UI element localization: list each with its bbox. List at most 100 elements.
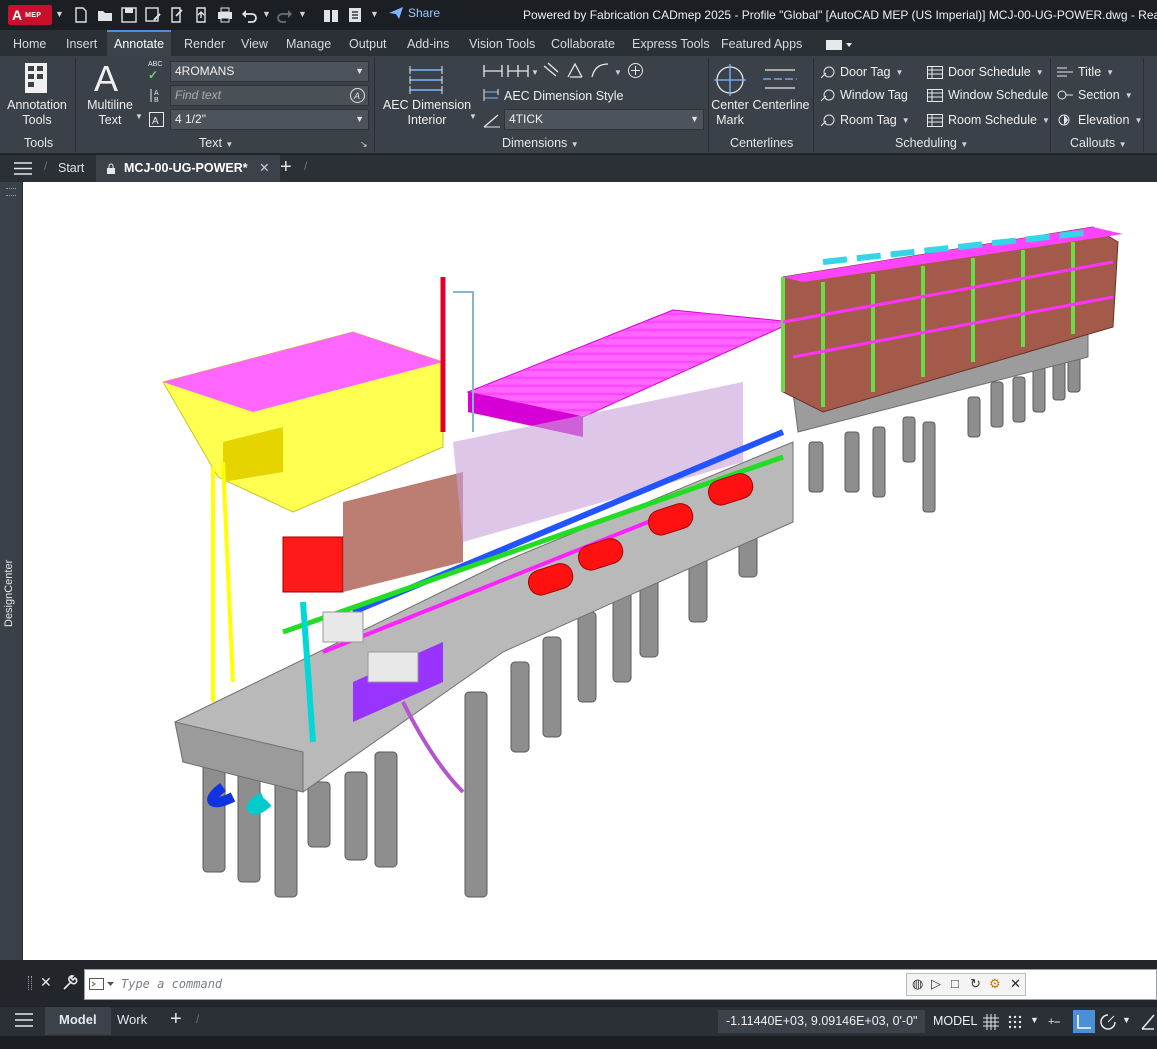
spell-check-icon[interactable]: ABC ✓ bbox=[148, 61, 162, 82]
undo-caret-icon[interactable]: ▼ bbox=[262, 9, 271, 19]
multiline-caret-icon[interactable]: ▼ bbox=[135, 112, 143, 121]
tab-collaborate[interactable]: Collaborate bbox=[544, 30, 622, 56]
properties-icon[interactable] bbox=[346, 6, 364, 24]
app-menu-caret-icon[interactable]: ▼ bbox=[55, 9, 64, 19]
polar-caret-icon[interactable]: ▼ bbox=[1122, 1015, 1131, 1025]
aec-dimension-style-button[interactable]: AEC Dimension Style bbox=[483, 88, 624, 103]
customize-wrench-icon[interactable] bbox=[62, 975, 78, 991]
tab-manage[interactable]: Manage bbox=[279, 30, 338, 56]
work-tab[interactable]: Work bbox=[117, 1007, 147, 1035]
door-schedule-button[interactable]: Door Schedule ▼ bbox=[927, 65, 1044, 79]
panel-title-scheduling[interactable]: Scheduling ▼ bbox=[895, 136, 968, 150]
snap-mode-icon[interactable] bbox=[1007, 1014, 1023, 1030]
model-tab[interactable]: Model bbox=[45, 1007, 111, 1035]
panel-title-callouts[interactable]: Callouts ▼ bbox=[1070, 136, 1127, 150]
qat-customize-caret-icon[interactable]: ▼ bbox=[370, 9, 379, 19]
redo-caret-icon[interactable]: ▼ bbox=[298, 9, 307, 19]
add-layout-plus-icon[interactable]: + bbox=[170, 1008, 182, 1031]
room-tag-button[interactable]: Room Tag ▼ bbox=[820, 113, 910, 127]
section-callout-button[interactable]: Section ▼ bbox=[1057, 88, 1133, 102]
start-tab[interactable]: Start bbox=[58, 155, 84, 182]
tab-featured-apps[interactable]: Featured Apps bbox=[714, 30, 809, 56]
tab-home[interactable]: Home bbox=[6, 30, 53, 56]
angular-dimension-icon[interactable] bbox=[566, 62, 584, 78]
infer-constraints-icon[interactable]: +⎯ bbox=[1048, 1014, 1068, 1030]
drawing-viewport[interactable] bbox=[23, 182, 1157, 960]
linear-dimension-icon[interactable] bbox=[483, 64, 503, 78]
design-center-palette[interactable]: DesignCenter bbox=[0, 182, 23, 965]
save-icon[interactable] bbox=[120, 6, 138, 24]
ortho-mode-icon[interactable] bbox=[1073, 1010, 1095, 1033]
snap-caret-icon[interactable]: ▼ bbox=[1030, 1015, 1039, 1025]
coordinate-readout[interactable]: -1.11440E+03, 9.09146E+03, 0'-0" bbox=[718, 1010, 926, 1033]
close-command-icon[interactable]: ✕ bbox=[40, 974, 52, 991]
text-style-dropdown[interactable]: 4ROMANS ▼ bbox=[170, 61, 369, 82]
find-search-icon[interactable]: A bbox=[349, 87, 366, 104]
drawing-tab-active[interactable]: MCJ-00-UG-POWER* ✕ bbox=[96, 155, 280, 182]
command-input-placeholder[interactable]: Type a command bbox=[121, 977, 222, 991]
save-as-icon[interactable] bbox=[144, 6, 162, 24]
dimension-style-dropdown[interactable]: 4TICK ▼ bbox=[504, 109, 704, 130]
panel-title-text[interactable]: Text ▼ bbox=[199, 136, 233, 150]
dialog-launcher-icon[interactable]: ↘ bbox=[360, 139, 368, 150]
elevation-callout-button[interactable]: Elevation ▼ bbox=[1057, 113, 1142, 127]
refresh-icon[interactable]: ↻ bbox=[970, 976, 981, 992]
dimension-caret-icon[interactable]: ▼ bbox=[531, 68, 539, 77]
aligned-dimension-icon[interactable] bbox=[542, 62, 560, 78]
new-file-icon[interactable] bbox=[72, 6, 90, 24]
play-icon[interactable]: ▷ bbox=[931, 976, 941, 992]
polar-tracking-icon[interactable] bbox=[1099, 1013, 1117, 1031]
isodraft-icon[interactable] bbox=[1140, 1013, 1156, 1031]
palette-grip-icon[interactable] bbox=[6, 188, 16, 196]
tab-add-ins[interactable]: Add-ins bbox=[400, 30, 456, 56]
undo-icon[interactable] bbox=[240, 6, 258, 24]
add-dimension-icon[interactable] bbox=[627, 62, 644, 79]
model-3d-view[interactable] bbox=[23, 182, 1157, 960]
panel-title-dimensions[interactable]: Dimensions ▼ bbox=[502, 136, 579, 150]
tab-vision-tools[interactable]: Vision Tools bbox=[462, 30, 542, 56]
model-space-button[interactable]: MODEL bbox=[929, 1010, 981, 1033]
arc-dimension-icon[interactable] bbox=[590, 62, 610, 78]
grid-icon[interactable] bbox=[983, 1014, 999, 1030]
plot-icon[interactable] bbox=[216, 6, 234, 24]
text-height-dropdown[interactable]: 4 1/2" ▼ bbox=[170, 109, 369, 130]
search-settings-icon[interactable]: ⚙ bbox=[989, 976, 1001, 992]
workspace-icon[interactable] bbox=[322, 6, 340, 24]
export-icon[interactable] bbox=[192, 6, 210, 24]
door-tag-button[interactable]: Door Tag ▼ bbox=[820, 65, 903, 79]
tab-insert[interactable]: Insert bbox=[59, 30, 104, 56]
hamburger-menu-icon[interactable] bbox=[14, 162, 32, 175]
tab-view[interactable]: View bbox=[234, 30, 275, 56]
room-schedule-button[interactable]: Room Schedule ▼ bbox=[927, 113, 1050, 127]
aec-dimension-caret-icon[interactable]: ▼ bbox=[469, 112, 477, 121]
open-folder-icon[interactable] bbox=[96, 6, 114, 24]
web-mobile-icon[interactable] bbox=[168, 6, 186, 24]
text-style-icon[interactable]: AB bbox=[150, 88, 163, 103]
text-height-icon[interactable]: A bbox=[149, 112, 164, 127]
command-history-icon[interactable] bbox=[89, 978, 115, 990]
tab-render[interactable]: Render bbox=[177, 30, 232, 56]
close-tools-icon[interactable]: ✕ bbox=[1010, 976, 1021, 992]
app-menu-button[interactable]: A MEP bbox=[8, 5, 52, 25]
stop-icon[interactable]: □ bbox=[951, 976, 959, 991]
tab-output[interactable]: Output bbox=[342, 30, 394, 56]
window-tag-button[interactable]: Window Tag bbox=[820, 88, 908, 102]
redo-icon[interactable] bbox=[276, 6, 294, 24]
close-tab-icon[interactable]: ✕ bbox=[259, 161, 269, 175]
title-callout-button[interactable]: Title ▼ bbox=[1057, 65, 1114, 79]
tab-express-tools[interactable]: Express Tools bbox=[625, 30, 717, 56]
continue-dimension-icon[interactable] bbox=[507, 64, 529, 78]
window-schedule-button[interactable]: Window Schedule bbox=[927, 88, 1048, 102]
cyan-pipe bbox=[246, 792, 272, 815]
share-button[interactable]: Share bbox=[388, 6, 440, 20]
new-tab-plus-icon[interactable]: + bbox=[280, 156, 292, 179]
command-line[interactable]: Type a command ◍ ▷ □ ↻ ⚙ ✕ bbox=[84, 969, 1157, 1000]
tab-annotate[interactable]: Annotate bbox=[107, 30, 172, 56]
ribbon-minimize-icon[interactable] bbox=[826, 40, 852, 50]
find-text-input[interactable]: Find text A bbox=[170, 85, 369, 106]
layout-menu-icon[interactable] bbox=[15, 1013, 33, 1027]
record-action-icon[interactable]: ◍ bbox=[912, 976, 923, 992]
arc-dimension-caret-icon[interactable]: ▼ bbox=[614, 68, 622, 77]
paper-plane-icon bbox=[389, 7, 403, 19]
command-grip-icon[interactable] bbox=[28, 976, 32, 990]
